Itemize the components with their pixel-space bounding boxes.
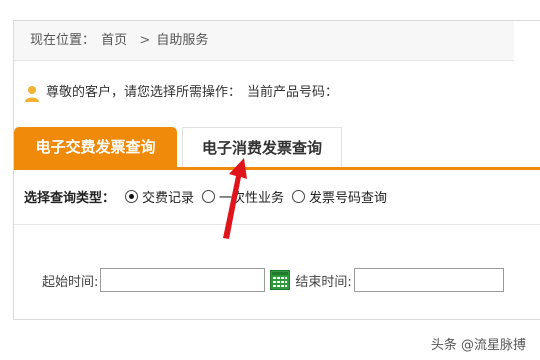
welcome-text: 尊敬的客户，请您选择所需操作： bbox=[46, 85, 242, 100]
radio-label: 发票号码查询 bbox=[309, 190, 388, 206]
radio-label: 一次性业务 bbox=[219, 190, 285, 206]
end-time-input[interactable] bbox=[353, 268, 504, 292]
welcome-message: 尊敬的客户，请您选择所需操作： 当前产品号码： bbox=[14, 77, 514, 109]
start-time-input[interactable] bbox=[100, 268, 266, 292]
breadcrumb-current: 自助服务 bbox=[156, 33, 209, 48]
product-number-label: 当前产品号码： bbox=[247, 85, 339, 100]
date-range-row: 起始时间: 结束时间: bbox=[42, 266, 504, 294]
radio-one-time-service[interactable]: 一次性业务 bbox=[202, 187, 284, 206]
radio-unchecked-icon[interactable] bbox=[292, 189, 306, 203]
breadcrumb: 现在位置： 首页 > 自助服务 bbox=[14, 21, 514, 61]
radio-unchecked-icon[interactable] bbox=[202, 189, 216, 203]
breadcrumb-separator: > bbox=[139, 33, 151, 48]
query-type-row: 选择查询类型： 交费记录 一次性业务 发票号码查询 bbox=[24, 181, 395, 211]
end-time-label: 结束时间: bbox=[295, 274, 352, 290]
user-icon bbox=[24, 84, 40, 102]
section-divider bbox=[14, 224, 540, 225]
radio-checked-icon[interactable] bbox=[125, 189, 139, 203]
tab-consumption-invoice[interactable]: 电子消费发票查询 bbox=[182, 127, 342, 167]
self-service-panel: 现在位置： 首页 > 自助服务 尊敬的客户，请您选择所需操作： 当前产品号码： … bbox=[13, 20, 540, 320]
invoice-tabs: 电子交费发票查询 电子消费发票查询 bbox=[14, 127, 540, 170]
radio-payment-record[interactable]: 交费记录 bbox=[125, 187, 194, 206]
start-time-label: 起始时间: bbox=[42, 274, 99, 290]
query-type-label: 选择查询类型： bbox=[24, 190, 116, 206]
radio-invoice-number[interactable]: 发票号码查询 bbox=[292, 187, 387, 206]
breadcrumb-prefix: 现在位置： bbox=[30, 33, 96, 48]
tab-payment-invoice[interactable]: 电子交费发票查询 bbox=[14, 127, 177, 167]
calendar-icon[interactable] bbox=[270, 270, 291, 290]
breadcrumb-home-link[interactable]: 首页 bbox=[101, 33, 127, 48]
watermark: 头条 @流星脉搏 bbox=[430, 338, 526, 353]
radio-label: 交费记录 bbox=[142, 190, 195, 206]
